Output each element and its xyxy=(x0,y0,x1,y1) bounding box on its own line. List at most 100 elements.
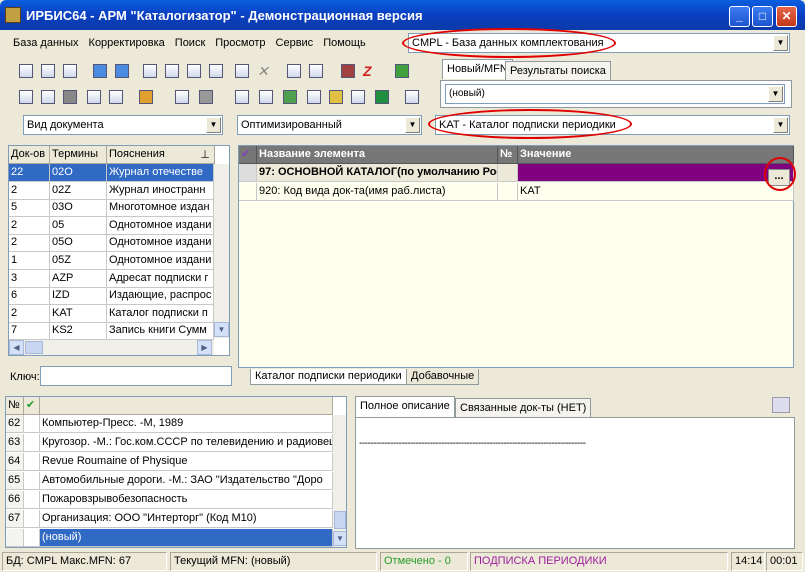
record-check-cell[interactable] xyxy=(24,434,40,452)
scan-icon[interactable] xyxy=(172,87,192,107)
menu-service[interactable]: Сервис xyxy=(271,34,319,52)
undo-icon[interactable] xyxy=(60,61,80,81)
record-text-cell[interactable]: Автомобильные дороги. -М.: ЗАО "Издатель… xyxy=(40,472,333,490)
scroll-left-icon[interactable]: ◀ xyxy=(9,340,24,355)
record-number-cell[interactable]: 63 xyxy=(6,434,24,452)
dict-count-cell[interactable]: 3 xyxy=(9,269,50,288)
vertical-scrollbar[interactable]: ▼ xyxy=(333,415,346,547)
record-text-cell[interactable]: (новый) xyxy=(40,529,333,547)
tab-full-description[interactable]: Полное описание xyxy=(355,396,455,417)
page-icon[interactable] xyxy=(304,87,324,107)
element-value-cell[interactable]: KAT xyxy=(518,183,794,201)
record-check-cell[interactable] xyxy=(24,510,40,528)
element-number-cell[interactable] xyxy=(498,164,518,182)
chevron-down-icon[interactable]: ▼ xyxy=(773,117,788,133)
save-icon[interactable] xyxy=(38,61,58,81)
dict-desc-cell[interactable]: Запись книги Сумм xyxy=(107,322,214,341)
doc-type-combo[interactable]: Вид документа ▼ xyxy=(23,115,223,135)
dict-count-cell[interactable]: 2 xyxy=(9,234,50,253)
dict-term-cell[interactable]: KAT xyxy=(50,304,107,323)
grid-icon[interactable] xyxy=(106,87,126,107)
export-icon[interactable] xyxy=(306,61,326,81)
dict-term-cell[interactable]: IZD xyxy=(50,287,107,306)
column-header-number[interactable]: № xyxy=(6,397,24,415)
dict-term-cell[interactable]: AZP xyxy=(50,269,107,288)
record-check-cell[interactable] xyxy=(24,472,40,490)
record-check-cell[interactable] xyxy=(24,529,40,547)
dict-count-cell[interactable]: 22 xyxy=(9,164,50,182)
chevron-down-icon[interactable]: ▼ xyxy=(768,86,783,102)
column-header-terms[interactable]: Термины xyxy=(50,146,107,164)
mode-combo[interactable]: Оптимизированный ▼ xyxy=(237,115,422,135)
row-indicator[interactable] xyxy=(239,183,257,201)
dict-count-cell[interactable]: 2 xyxy=(9,216,50,235)
book2-icon[interactable] xyxy=(38,87,58,107)
menu-database[interactable]: База данных xyxy=(8,34,84,52)
list-icon[interactable] xyxy=(206,61,226,81)
chevron-down-icon[interactable]: ▼ xyxy=(206,117,221,133)
menu-search[interactable]: Поиск xyxy=(170,34,210,52)
scroll-down-icon[interactable]: ▼ xyxy=(214,322,229,337)
element-name-cell[interactable]: 97: ОСНОВНОЙ КАТАЛОГ(по умолчанию Рос xyxy=(257,164,498,182)
element-name-cell[interactable]: 920: Код вида док-та(имя раб.листа) xyxy=(257,183,498,201)
record-number-cell[interactable]: 66 xyxy=(6,491,24,509)
pin-icon[interactable]: ⊥ xyxy=(194,147,214,165)
tab-linked-docs[interactable]: Связанные док-ты (НЕТ) xyxy=(455,398,592,418)
close-button[interactable]: ✕ xyxy=(776,6,797,27)
chart-icon[interactable] xyxy=(348,87,368,107)
element-number-cell[interactable] xyxy=(498,183,518,201)
record-number-cell[interactable]: 67 xyxy=(6,510,24,528)
column-header-element-name[interactable]: Название элемента xyxy=(257,146,498,164)
menu-edit[interactable]: Корректировка xyxy=(84,34,170,52)
dict-count-cell[interactable]: 5 xyxy=(9,199,50,218)
dict-term-cell[interactable]: 03O xyxy=(50,199,107,218)
horizontal-scrollbar[interactable]: ◀ ▶ xyxy=(9,340,214,355)
back-icon[interactable] xyxy=(90,61,110,81)
open-folder-icon[interactable] xyxy=(326,87,346,107)
docs-icon[interactable] xyxy=(256,87,276,107)
dict-term-cell[interactable]: KS2 xyxy=(50,322,107,341)
print-icon[interactable] xyxy=(772,397,790,413)
card-icon[interactable] xyxy=(60,87,80,107)
column-header-number[interactable]: № xyxy=(498,146,518,164)
dict-count-cell[interactable]: 1 xyxy=(9,252,50,270)
scroll-down-icon[interactable]: ▼ xyxy=(333,531,346,546)
dict-term-cell[interactable]: 02Z xyxy=(50,181,107,200)
check-icon[interactable]: ✔ xyxy=(24,397,40,415)
catalog-icon[interactable] xyxy=(338,61,358,81)
dict-desc-cell[interactable]: Многотомное издан xyxy=(107,199,214,218)
chevron-down-icon[interactable]: ▼ xyxy=(405,117,420,133)
tab-search-results[interactable]: Результаты поиска xyxy=(505,61,611,81)
record-text-cell[interactable]: Организация: ООО "Интерторг" (Код М10) xyxy=(40,510,333,528)
record-check-cell[interactable] xyxy=(24,491,40,509)
dict-count-cell[interactable]: 2 xyxy=(9,304,50,323)
tab-new-mfn[interactable]: Новый/MFN xyxy=(442,59,513,79)
tab-additional[interactable]: Добавочные xyxy=(406,369,480,385)
printer-icon[interactable] xyxy=(232,87,252,107)
dict-desc-cell[interactable]: Журнал иностранн xyxy=(107,181,214,200)
dict-count-cell[interactable]: 6 xyxy=(9,287,50,306)
menu-help[interactable]: Помощь xyxy=(318,34,371,52)
scroll-right-icon[interactable]: ▶ xyxy=(197,340,212,355)
dict-term-cell[interactable]: 05O xyxy=(50,234,107,253)
scroll-thumb[interactable] xyxy=(334,511,346,529)
copy-icon[interactable] xyxy=(140,61,160,81)
tools-icon[interactable] xyxy=(136,87,156,107)
dict-desc-cell[interactable]: Каталог подписки п xyxy=(107,304,214,323)
dict-desc-cell[interactable]: Однотомное издани xyxy=(107,216,214,235)
green-arrow-icon[interactable] xyxy=(392,61,412,81)
forward-icon[interactable] xyxy=(112,61,132,81)
key-input[interactable] xyxy=(40,366,232,386)
dict-count-cell[interactable]: 2 xyxy=(9,181,50,200)
monitor-icon[interactable] xyxy=(84,87,104,107)
delete-icon[interactable]: ✕ xyxy=(254,61,274,81)
dict-desc-cell[interactable]: Адресат подписки г xyxy=(107,269,214,288)
element-value-cell[interactable] xyxy=(518,164,794,182)
dict-desc-cell[interactable]: Издающие, распрос xyxy=(107,287,214,306)
tab-catalog-worksheet[interactable]: Каталог подписки периодики xyxy=(250,369,407,385)
column-header-record[interactable] xyxy=(40,397,333,415)
dict-count-cell[interactable]: 7 xyxy=(9,322,50,341)
book-icon[interactable] xyxy=(16,87,36,107)
record-check-cell[interactable] xyxy=(24,453,40,471)
menu-view[interactable]: Просмотр xyxy=(210,34,270,52)
